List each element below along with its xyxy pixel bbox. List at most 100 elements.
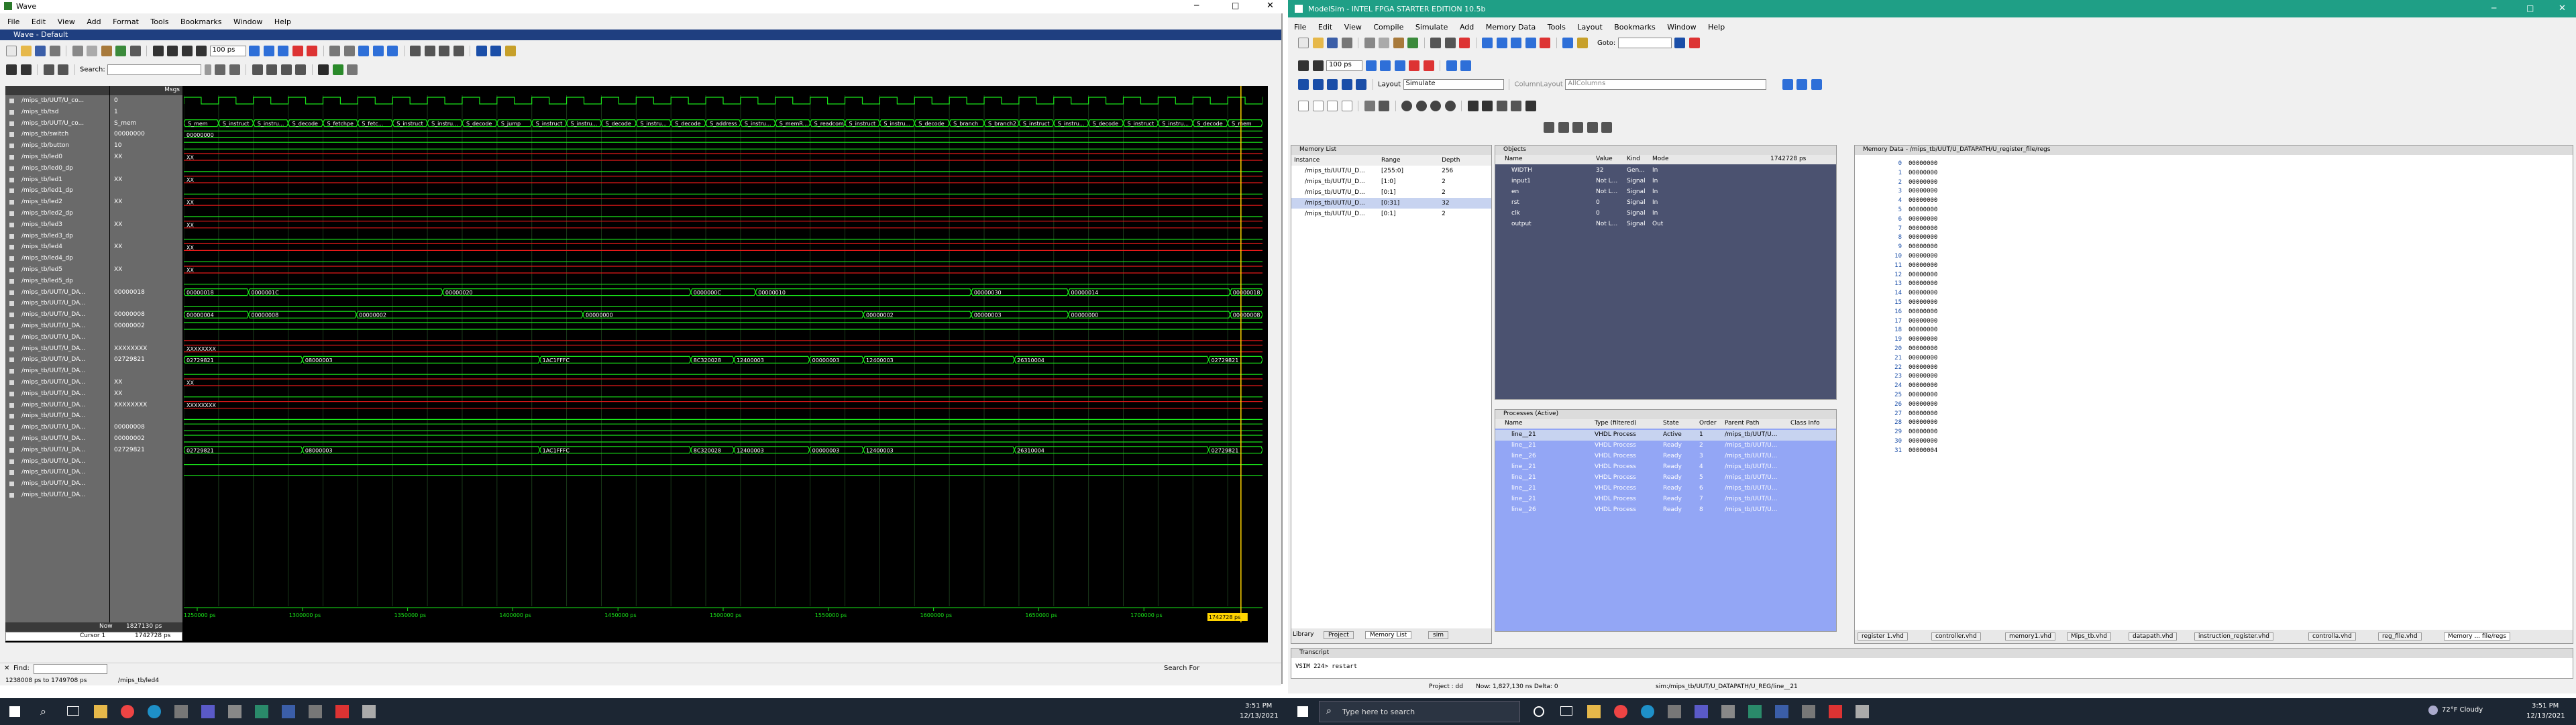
objects-row[interactable]: input1 Not L... Signal In [1495,176,1836,187]
proc-col-type[interactable]: Type (filtered) [1595,420,1637,427]
weather-icon[interactable] [2428,706,2438,715]
obj-col-name[interactable]: Name [1505,156,1523,162]
signal-name-row[interactable]: /mips_tb/UUT/U_DA... [5,490,109,501]
memory-data-row[interactable]: 14 00000000 [1882,290,2016,299]
proc-col-parent[interactable]: Parent Path [1725,420,1759,427]
msim-paste-icon[interactable] [1393,38,1404,48]
msim-menu-view[interactable]: View [1344,23,1362,32]
msim-edge-icon[interactable] [1327,79,1338,90]
memory-value[interactable]: 00000000 [1909,272,1937,278]
obj-col-value[interactable]: Value [1596,156,1613,162]
memory-data-row[interactable]: 25 00000000 [1882,392,2016,401]
msim-compile-icon[interactable] [1444,38,1456,48]
signal-name-row[interactable]: /mips_tb/UUT/U_DA... [5,332,109,343]
memory-list-row[interactable]: /mips_tb/UUT/U_D... [0:31] 32 [1291,198,1491,209]
memory-data-row[interactable]: 9 00000000 [1882,243,2016,253]
msim-perf4-icon[interactable] [1444,101,1456,111]
signal-name-row[interactable]: /mips_tb/UUT/U_DA... [5,298,109,309]
msim-run-icon[interactable] [1365,60,1377,71]
msim-step-out-icon[interactable] [1460,60,1471,71]
menu-add[interactable]: Add [87,17,101,26]
memory-data-row[interactable]: 2 00000000 [1882,179,2016,188]
start-icon-2[interactable] [1297,706,1308,717]
app-icon-3[interactable] [201,705,215,718]
app-icon-8[interactable] [362,705,376,718]
zoom-out-icon[interactable] [439,46,449,56]
signal-name-row[interactable]: /mips_tb/UUT/U_DA... [5,467,109,478]
save-icon[interactable] [35,46,46,56]
signal-name-row[interactable]: /mips_tb/UUT/U_DA... [5,343,109,355]
msim-close-button[interactable]: ✕ [2559,3,2566,13]
app-icon-r8[interactable] [1856,705,1869,718]
menu-file[interactable]: File [7,17,19,26]
col-instance[interactable]: Instance [1291,155,1379,166]
column-layout-select[interactable]: AllColumns [1565,79,1767,90]
signal-name-row[interactable]: /mips_tb/led3 [5,219,109,231]
memory-data-row[interactable]: 8 00000000 [1882,234,2016,243]
memory-data-row[interactable]: 18 00000000 [1882,327,2016,336]
msim-box4-icon[interactable] [1341,101,1352,111]
memory-value[interactable]: 00000000 [1909,392,1937,398]
signal-name-row[interactable]: /mips_tb/led3_dp [5,231,109,242]
msim-zoom-full-icon[interactable] [1572,122,1583,133]
app-icon-r2[interactable] [1668,705,1681,718]
memory-value[interactable]: 00000000 [1909,290,1937,296]
menu-edit[interactable]: Edit [32,17,46,26]
msim-menu-file[interactable]: File [1294,23,1306,32]
msim-col3-icon[interactable] [1811,79,1822,90]
memory-data-row[interactable]: 11 00000000 [1882,262,2016,272]
editor-tab[interactable]: register 1.vhd [1858,632,1908,640]
memory-data-row[interactable]: 31 00000004 [1882,447,2016,457]
menu-tools[interactable]: Tools [150,17,168,26]
process-row[interactable]: line__21 VHDL Process Active 1/mips_tb/UUT/… [1495,430,1836,441]
msim-stop2-icon[interactable] [1423,60,1434,71]
proc-col-order[interactable]: Order [1699,420,1717,427]
signal-name-row[interactable]: /mips_tb/UUT/U_DA... [5,287,109,298]
app-icon-r6[interactable] [1802,705,1815,718]
msim-box2-icon[interactable] [1312,101,1324,111]
msim-run-all2-icon[interactable] [1394,60,1405,71]
app-icon-r7[interactable] [1829,705,1842,718]
memory-value[interactable]: 00000000 [1909,373,1937,380]
memory-data-row[interactable]: 6 00000000 [1882,216,2016,225]
memory-data-row[interactable]: 22 00000000 [1882,364,2016,374]
objects-row[interactable]: en Not L... Signal In [1495,187,1836,198]
signal-name-row[interactable]: /mips_tb/led1 [5,174,109,186]
new-icon[interactable] [6,46,17,56]
msim-cursor-icon[interactable] [1467,101,1479,111]
msim-run-all-icon[interactable] [1525,38,1536,48]
signal-name-row[interactable]: /mips_tb/led1_dp [5,185,109,197]
memory-data-row[interactable]: 4 00000000 [1882,197,2016,207]
msim-run-cont-icon[interactable] [1380,60,1391,71]
memory-data-row[interactable]: 17 00000000 [1882,318,2016,327]
edge-prev-icon[interactable] [476,46,487,56]
run-icon[interactable] [249,46,260,56]
signal-name-row[interactable]: /mips_tb/button [5,140,109,152]
process-row[interactable]: line__21 VHDL Process Ready 5/mips_tb/UUT/U… [1495,473,1836,484]
wave-color-icon[interactable] [332,64,343,75]
signal-name-row[interactable]: /mips_tb/led5 [5,264,109,276]
signal-name-row[interactable]: /mips_tb/led2 [5,197,109,208]
modelsim-taskbar-icon-2[interactable] [1748,705,1762,718]
memory-value[interactable]: 00000000 [1909,410,1937,417]
memory-value[interactable]: 00000004 [1909,447,1937,454]
maximize-button[interactable]: □ [1232,1,1239,10]
memory-value[interactable]: 00000000 [1909,216,1937,223]
msim-tool1-icon[interactable] [1364,101,1375,111]
memory-data-row[interactable]: 20 00000000 [1882,345,2016,355]
msim-tool2-icon[interactable] [1379,101,1389,111]
signal-name-row[interactable]: /mips_tb/tsd [5,107,109,118]
obj-col-kind[interactable]: Kind [1627,156,1640,162]
msim-collapse-icon[interactable] [1511,101,1521,111]
copy-icon[interactable] [87,46,97,56]
memory-data-row[interactable]: 27 00000000 [1882,410,2016,420]
stop-icon[interactable] [307,46,317,56]
memory-value[interactable]: 00000000 [1909,355,1937,361]
memory-value[interactable]: 00000000 [1909,188,1937,194]
waveform-canvas[interactable]: S_mem S_instruct S_instru... S_decode S_fetc… [184,86,1263,622]
memory-data-row[interactable]: 28 00000000 [1882,419,2016,429]
signal-name-row[interactable]: /mips_tb/UUT/U_DA... [5,354,109,366]
edge-next-icon[interactable] [490,46,501,56]
zoom-region-icon[interactable] [295,64,307,75]
memory-value[interactable]: 00000000 [1909,327,1937,333]
